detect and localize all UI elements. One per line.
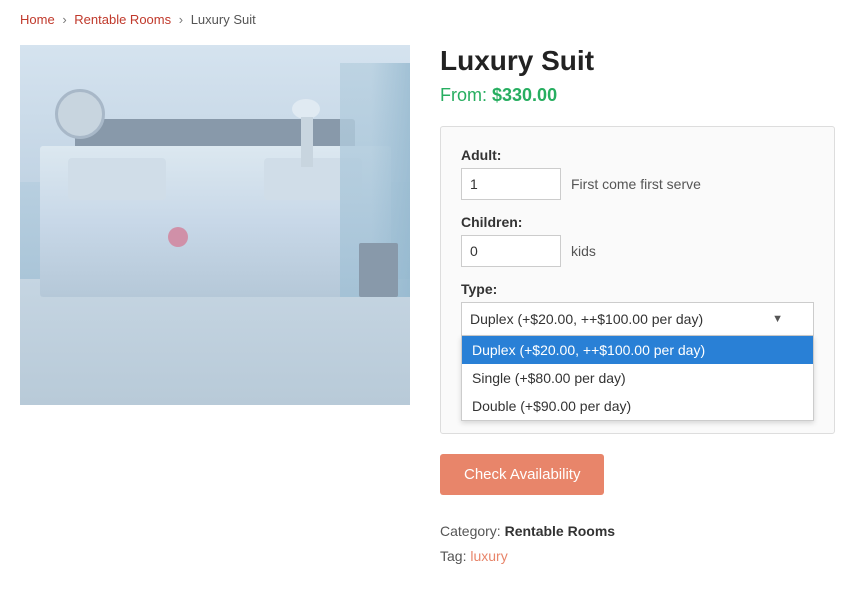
page-wrapper: Home › Rentable Rooms › Luxury Suit [0,0,855,599]
tag-row: Tag: luxury [440,544,835,569]
type-dropdown[interactable]: Duplex (+$20.00, ++$100.00 per day) ▼ Du… [461,302,814,336]
room-image [20,45,410,405]
dropdown-item-single[interactable]: Single (+$80.00 per day) [462,364,813,392]
children-row: kids [461,235,814,267]
breadcrumb-rentable-rooms[interactable]: Rentable Rooms [74,12,171,27]
mirror-decoration [40,74,120,154]
breadcrumb: Home › Rentable Rooms › Luxury Suit [20,12,835,27]
meta-info: Category: Rentable Rooms Tag: luxury [440,519,835,569]
room-price: From: $330.00 [440,85,835,106]
dropdown-arrow-icon: ▼ [772,313,783,325]
category-row: Category: Rentable Rooms [440,519,835,544]
price-label: From: [440,85,487,105]
tag-value[interactable]: luxury [470,548,507,564]
breadcrumb-current: Luxury Suit [191,12,256,27]
adult-helper: First come first serve [571,176,701,192]
dropdown-list: Duplex (+$20.00, ++$100.00 per day) Sing… [461,336,814,421]
room-title: Luxury Suit [440,45,835,77]
booking-form: Adult: First come first serve Children: … [440,126,835,434]
adult-input[interactable] [461,168,561,200]
adult-field: Adult: First come first serve [461,147,814,200]
room-details: Luxury Suit From: $330.00 Adult: First c… [440,45,835,569]
content-area: Luxury Suit From: $330.00 Adult: First c… [20,45,835,569]
children-helper: kids [571,243,596,259]
breadcrumb-sep-2: › [179,12,183,27]
children-input[interactable] [461,235,561,267]
check-availability-button[interactable]: Check Availability [440,454,604,495]
category-value: Rentable Rooms [505,523,615,539]
children-label: Children: [461,214,814,230]
breadcrumb-sep-1: › [62,12,66,27]
breadcrumb-home[interactable]: Home [20,12,55,27]
dropdown-trigger[interactable]: Duplex (+$20.00, ++$100.00 per day) ▼ [461,302,814,336]
type-label: Type: [461,281,814,297]
type-field: Type: Duplex (+$20.00, ++$100.00 per day… [461,281,814,336]
price-value: $330.00 [492,85,557,105]
tag-label: Tag: [440,548,466,564]
dropdown-selected-value: Duplex (+$20.00, ++$100.00 per day) [470,311,703,327]
dropdown-item-double[interactable]: Double (+$90.00 per day) [462,392,813,420]
adult-label: Adult: [461,147,814,163]
children-field: Children: kids [461,214,814,267]
category-label: Category: [440,523,501,539]
adult-row: First come first serve [461,168,814,200]
dropdown-item-duplex[interactable]: Duplex (+$20.00, ++$100.00 per day) [462,336,813,364]
